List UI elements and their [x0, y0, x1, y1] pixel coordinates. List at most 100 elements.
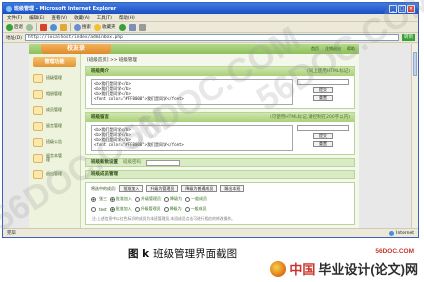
- notice-extra-field[interactable]: [297, 125, 349, 131]
- sidebar-item-class-manage[interactable]: 班级管理: [29, 70, 80, 86]
- media-icon: [118, 23, 126, 31]
- home-button[interactable]: [60, 23, 67, 31]
- bulk-action-label: 将选中的成员:: [91, 185, 117, 191]
- menu-file[interactable]: 文件(F): [7, 15, 22, 21]
- demote-button[interactable]: 降级为普通成员: [181, 185, 218, 192]
- favorites-label: 收藏夹: [102, 25, 116, 30]
- submit-button[interactable]: 提交: [313, 133, 333, 139]
- option-label: 一般成员: [190, 206, 207, 211]
- member-name: 张三: [99, 196, 107, 201]
- menu-edit[interactable]: 编辑(E): [29, 15, 44, 21]
- option-approve[interactable]: 批准加入: [110, 196, 132, 202]
- top-link-help[interactable]: 帮助: [347, 46, 355, 52]
- top-link-home[interactable]: 首页: [311, 46, 319, 52]
- reset-button[interactable]: 重置: [313, 95, 333, 101]
- sidebar-item-album[interactable]: 相册管理: [29, 86, 80, 102]
- figure-text: 班级管理界面截图: [153, 248, 238, 260]
- panel-header: 班级简介 (同上使用HTML标记): [86, 67, 354, 76]
- favorites-button[interactable]: 收藏夹: [94, 23, 116, 31]
- figure-caption: 图 k 班级管理界面截图: [128, 246, 237, 261]
- option-demote[interactable]: 降级为: [164, 196, 182, 202]
- bar-title: 班级成员管理: [91, 172, 118, 177]
- web-page: 校友录 首页 注销退出 帮助 管理功能 班级管理 相册管理 成员管理 留言管理 …: [29, 44, 359, 228]
- window-title: 班级管理 - Microsoft Internet Explorer: [14, 6, 117, 12]
- intro-extra-field[interactable]: [297, 79, 349, 85]
- go-button[interactable]: 转到: [402, 34, 415, 41]
- option-promote[interactable]: 升级管理员: [135, 196, 161, 202]
- option-label: 一般成员: [191, 196, 207, 201]
- sidebar-item-guestbook[interactable]: 留言本管理: [29, 150, 80, 166]
- print-button[interactable]: [138, 23, 146, 31]
- search-icon: [74, 23, 81, 31]
- browser-window: 班级管理 - Microsoft Internet Explorer _ □ ×…: [2, 2, 419, 238]
- address-input[interactable]: http://localhost/index/adminbox.php: [24, 34, 399, 41]
- users-icon: [33, 105, 43, 115]
- close-button[interactable]: ×: [407, 4, 415, 13]
- member-management-panel: 将选中的成员: 批准加入 升级为管理员 降级为普通成员 踢出本班 张三 批准加入…: [85, 182, 355, 225]
- text-line: <font color="#FF0000">我们是同学</font>: [94, 142, 184, 147]
- minimize-button[interactable]: _: [389, 4, 397, 13]
- sidebar-item-exit[interactable]: 退出管理: [29, 166, 80, 182]
- media-button[interactable]: [118, 23, 126, 31]
- menu-bar: 文件(F) 编辑(E) 查看(V) 收藏(A) 工具(T) 帮助(H): [3, 14, 418, 22]
- class-intro-textarea[interactable]: <b>我们是同学</b> <b>我们是同学</b> <b>我们是同学</b> <…: [91, 79, 293, 105]
- book-icon: [33, 153, 43, 163]
- address-label: 地址(D): [6, 35, 22, 41]
- radio-icon: [135, 196, 140, 202]
- panel-note: (同上使用HTML标记): [306, 69, 350, 74]
- brand-text-1: 中国: [289, 262, 316, 277]
- maximize-button[interactable]: □: [398, 4, 406, 13]
- mail-button[interactable]: [128, 23, 136, 31]
- exit-icon: [33, 169, 43, 179]
- sidebar-item-messages[interactable]: 留言管理: [29, 118, 80, 134]
- kick-button[interactable]: 踢出本班: [220, 185, 245, 192]
- password-input[interactable]: [146, 160, 180, 166]
- figure-number: 图 k: [128, 248, 150, 260]
- menu-favorites[interactable]: 收藏(A): [74, 15, 90, 21]
- notice-icon: [33, 137, 43, 147]
- promote-button[interactable]: 升级为管理员: [146, 185, 179, 192]
- sidebar-item-label: 退出管理: [46, 170, 62, 176]
- option-approve[interactable]: 批准加入: [109, 206, 132, 212]
- top-link-logout[interactable]: 注销退出: [325, 46, 341, 52]
- radio-icon: [184, 206, 190, 212]
- sidebar-item-members[interactable]: 成员管理: [29, 102, 80, 118]
- reset-button[interactable]: 重置: [313, 141, 333, 147]
- option-promote[interactable]: 升级管理员: [134, 206, 161, 212]
- text-line: <font color="#FF0000">我们是同学</font>: [94, 96, 184, 101]
- option-normal[interactable]: 一般成员: [184, 206, 207, 212]
- radio-icon: [110, 196, 115, 202]
- menu-help[interactable]: 帮助(H): [119, 15, 135, 21]
- radio-icon: [109, 206, 115, 212]
- status-text: 完毕: [7, 231, 16, 236]
- site-header: 校友录 首页 注销退出 帮助: [29, 44, 359, 54]
- bar-hint: 班级密码: [123, 160, 141, 165]
- sidebar-heading: 管理功能: [33, 57, 76, 67]
- back-button[interactable]: 后退: [6, 23, 23, 31]
- site-logo[interactable]: 校友录: [41, 44, 111, 54]
- bar-title: 班级新数设置: [91, 160, 118, 165]
- option-demote[interactable]: 降级为: [163, 206, 182, 212]
- refresh-button[interactable]: [50, 23, 57, 31]
- member-row: 张三 批准加入 升级管理员 降级为 一般成员: [86, 194, 354, 204]
- menu-view[interactable]: 查看(V): [51, 15, 67, 21]
- approve-button[interactable]: 批准加入: [119, 185, 144, 192]
- star-icon: [94, 23, 101, 31]
- status-zone: Internet: [396, 230, 414, 236]
- submit-button[interactable]: 提交: [313, 87, 333, 93]
- class-intro-panel: 班级简介 (同上使用HTML标记) <b>我们是同学</b> <b>我们是同学<…: [85, 66, 355, 109]
- stop-button[interactable]: [40, 23, 47, 31]
- member-management-bar: 班级成员管理: [85, 170, 355, 179]
- class-notice-panel: 班级留言 (可使用HTML标记,请控制在200字以内) <b>我们是同学</b>…: [85, 112, 355, 155]
- scrollbar-thumb[interactable]: [413, 52, 417, 76]
- forward-button[interactable]: [26, 23, 33, 31]
- member-checkbox[interactable]: [91, 206, 96, 212]
- brand-logo-block: 中国 毕业设计(论文)网: [270, 259, 418, 278]
- sidebar-item-notice[interactable]: 班级公告: [29, 134, 80, 150]
- vertical-scrollbar[interactable]: [411, 44, 418, 228]
- member-checkbox[interactable]: [91, 196, 96, 202]
- option-normal[interactable]: 一般成员: [185, 196, 207, 202]
- menu-tools[interactable]: 工具(T): [97, 15, 112, 21]
- class-notice-textarea[interactable]: <b>我们是同学</b> <b>我们是同学</b> <b>我们是同学</b> <…: [91, 125, 293, 151]
- search-button[interactable]: 搜索: [74, 23, 91, 31]
